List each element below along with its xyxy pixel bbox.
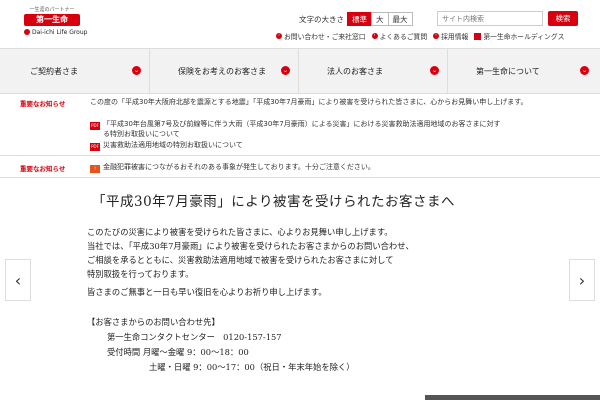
- notice-label: 重要なお知らせ: [20, 100, 66, 108]
- notice-link-special-handling-cont[interactable]: る特別お取扱いについて: [103, 129, 180, 139]
- body-paragraph: 当社では、「平成30年7月豪雨」により被害を受けられたお客さまからのお問い合わせ…: [87, 241, 414, 251]
- page-title: 「平成30年7月豪雨」により被害を受けられたお客さまへ: [92, 194, 455, 210]
- pdf-icon: PDF: [90, 122, 100, 130]
- search-button[interactable]: 検索: [548, 11, 578, 26]
- notice-link-relief-act[interactable]: PDF 災害救助法適用地域の特別お取扱いについて: [90, 140, 243, 151]
- chevron-down-icon: ⌄: [580, 66, 589, 75]
- chevron-right-icon: ›: [276, 33, 282, 39]
- notice-divider: [0, 177, 600, 178]
- font-size-selector: 文字の大きさ 標準 大 最大: [299, 12, 413, 26]
- chevron-right-icon: ›: [433, 33, 440, 39]
- group-disc-icon: [24, 29, 30, 35]
- font-size-large-button[interactable]: 大: [371, 12, 389, 26]
- site-search-input[interactable]: [437, 11, 543, 26]
- holdings-square-icon: [474, 32, 482, 40]
- global-nav: ご契約者さま ⌄ 保険をお考えのお客さま ⌄ 法人のお客さま ⌄ 第一生命につい…: [0, 48, 600, 94]
- logo-mark: 第一生命: [24, 14, 80, 26]
- font-size-label: 文字の大きさ: [299, 14, 344, 24]
- notice-label: 重要なお知らせ: [20, 165, 66, 173]
- nav-item-about-company[interactable]: 第一生命について ⌄: [448, 49, 597, 93]
- font-size-largest-button[interactable]: 最大: [387, 12, 413, 26]
- util-link-contact[interactable]: › お問い合わせ・ご来社窓口: [276, 31, 366, 41]
- chevron-down-icon: ⌄: [132, 66, 141, 75]
- chevron-right-icon: ›: [371, 33, 378, 39]
- warning-icon: !: [90, 165, 100, 173]
- util-link-faq[interactable]: › よくあるご質問: [371, 31, 427, 41]
- nav-item-policyholders[interactable]: ご契約者さま ⌄: [0, 49, 150, 93]
- notice-condolence-text: この度の「平成30年大阪府北部を震源とする地震」「平成30年7月豪雨」により被害…: [90, 98, 528, 106]
- body-paragraph: このたびの災害により被害を受けられた皆さまに、心よりお見舞い申し上げます。: [87, 227, 393, 237]
- pdf-icon: PDF: [90, 143, 100, 151]
- nav-item-prospective-customers[interactable]: 保険をお考えのお客さま ⌄: [150, 49, 299, 93]
- contact-center: 第一生命コンタクトセンター 0120-157-157: [107, 332, 282, 342]
- carousel-next-button[interactable]: ›: [569, 259, 595, 301]
- body-paragraph: 皆さまのご無事と一日も早い復旧を心よりお祈り申し上げます。: [87, 287, 327, 297]
- notice-link-financial-crime[interactable]: ! 金融犯罪被害につながるおそれのある事象が発生しております。十分ご注意ください。: [90, 162, 375, 173]
- utility-links: › お問い合わせ・ご来社窓口 › よくあるご質問 › 採用情報 第一生命ホールディング…: [276, 31, 570, 41]
- logo-group: Dai-ichi Life Group: [24, 29, 104, 36]
- util-link-holdings[interactable]: 第一生命ホールディングス: [474, 31, 564, 41]
- nav-item-corporate-customers[interactable]: 法人のお客さま ⌄: [299, 49, 448, 93]
- contact-heading: 【お客さまからのお問い合わせ先】: [87, 317, 220, 327]
- dai-ichi-life-logo[interactable]: 一生涯のパートナー 第一生命 Dai-ichi Life Group: [24, 6, 104, 42]
- chevron-down-icon: ⌄: [430, 66, 439, 75]
- chevron-down-icon: ⌄: [281, 66, 290, 75]
- util-link-careers[interactable]: › 採用情報: [433, 31, 468, 41]
- font-size-standard-button[interactable]: 標準: [347, 12, 372, 26]
- body-paragraph: ご相談を承るとともに、災害救助法適用地域で被害を受けられたお客さまに対して: [87, 255, 394, 265]
- hours-weekend: 土曜・日曜 9：00～17：00（祝日・年末年始を除く）: [149, 362, 355, 372]
- site-header: 一生涯のパートナー 第一生命 Dai-ichi Life Group 文字の大き…: [0, 0, 600, 48]
- notice-divider: [0, 155, 600, 156]
- bottom-bar: [425, 395, 600, 400]
- logo-tagline: 一生涯のパートナー: [29, 7, 75, 13]
- carousel-prev-button[interactable]: ‹: [5, 259, 31, 301]
- hours-weekday: 受付時間 月曜～金曜 9：00～18：00: [107, 347, 249, 357]
- body-paragraph: 特別取扱を行っております。: [87, 269, 194, 279]
